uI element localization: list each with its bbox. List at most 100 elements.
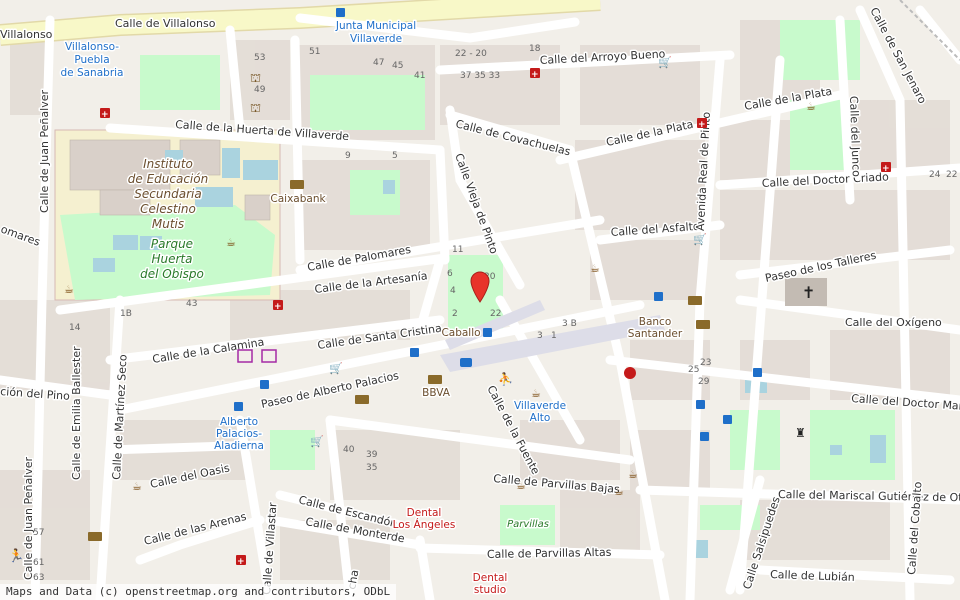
house-number: 14	[69, 323, 81, 333]
shop-icon: 🛒	[310, 435, 324, 448]
sports-icon: 🏃	[8, 548, 24, 564]
map-canvas: ✝ Calle de Villalonso Villalonso Calle d…	[0, 0, 960, 600]
bank-icon	[428, 375, 442, 384]
street-emilia-ballester: Calle de Emilia Ballester	[70, 346, 83, 480]
poi-instituto-1: Instituto	[143, 157, 193, 171]
cafe-icon: ☕	[628, 468, 638, 481]
bus-stop-icon	[696, 400, 705, 409]
house-number: 25	[688, 365, 699, 375]
bank-icon	[688, 296, 702, 305]
house-number: 1B	[120, 309, 132, 319]
svg-text:+: +	[531, 70, 539, 80]
house-number: 22	[946, 170, 957, 180]
poi-caixabank: Caixabank	[270, 193, 326, 205]
railway	[899, 0, 960, 61]
house-number: 43	[186, 299, 197, 309]
bus-stop-icon	[753, 368, 762, 377]
poi-villaverde-alto-2: Alto	[530, 412, 551, 424]
taxi-icon	[460, 358, 472, 367]
poi-dental-angeles-2: Los Ángeles	[393, 518, 456, 531]
svg-text:+: +	[237, 557, 245, 567]
house-number: 3 B	[562, 319, 577, 329]
church-icon: ✝	[802, 283, 815, 302]
house-number: 9	[345, 151, 351, 161]
poi-villalonso-1: Villalonso-	[65, 41, 119, 53]
bus-stop-icon	[260, 380, 269, 389]
street-villalonso: Calle de Villalonso	[115, 17, 216, 30]
house-number: 24	[929, 170, 941, 180]
poi-dental-studio-2: studio	[474, 584, 506, 596]
house-number: 53	[254, 53, 265, 63]
poi-santander-2: Santander	[628, 328, 683, 340]
street-villalonso-left: Villalonso	[0, 28, 53, 41]
street-villastar: Calle de Villastar	[260, 502, 279, 596]
house-number: 39	[366, 450, 378, 460]
shop-icon: 🛒	[693, 233, 707, 246]
poi-santander-1: Banco	[639, 316, 672, 328]
poi-dental-angeles-1: Dental	[407, 507, 442, 519]
poi-alberto-palacios-2: Palacios-	[216, 428, 262, 440]
poi-instituto-5: Mutis	[152, 217, 184, 231]
playground-icon: ⛹	[498, 371, 513, 386]
svg-text:+: +	[882, 164, 890, 174]
svg-text:+: +	[274, 302, 282, 312]
bank-icon	[696, 320, 710, 329]
poi-junta-1: Junta Municipal	[335, 20, 416, 32]
house-number: 18	[529, 44, 541, 54]
poi-instituto-2: de Educación	[128, 172, 208, 186]
poi-villalonso-3: de Sanabria	[61, 67, 124, 79]
shop-icon: 🛒	[658, 56, 672, 69]
bus-stop-icon	[700, 432, 709, 441]
cafe-icon: ☕	[590, 262, 600, 275]
poi-parque-2: Huerta	[151, 252, 192, 266]
poi-instituto-4: Celestino	[140, 202, 196, 216]
bank-icon	[355, 395, 369, 404]
house-number: 4	[450, 286, 456, 296]
poi-instituto-3: Secundaria	[134, 187, 201, 201]
monument-icon: ♜	[795, 426, 806, 440]
map-attribution[interactable]: Maps and Data (c) openstreetmap.org and …	[0, 584, 397, 600]
poi-alberto-palacios-1: Alberto	[220, 416, 258, 428]
poi-villalonso-2: Puebla	[74, 54, 109, 66]
house-number: 61	[33, 558, 44, 568]
street-tomares: omares	[0, 223, 42, 249]
cafe-icon: ☕	[132, 480, 142, 493]
market-icon	[261, 349, 277, 363]
house-number: 22 - 20	[455, 49, 487, 59]
house-number: 5	[392, 151, 398, 161]
house-number: 23	[700, 358, 711, 368]
house-number: 11	[452, 245, 463, 255]
town-hall-icon: ⛫	[250, 71, 261, 85]
cafe-icon: ☕	[614, 485, 624, 498]
svg-text:+: +	[698, 120, 706, 130]
bank-icon	[290, 180, 304, 189]
cafe-icon: ☕	[531, 387, 541, 400]
house-number: 49	[254, 85, 266, 95]
poi-bbva: BBVA	[422, 387, 451, 399]
poi-dental-studio-1: Dental	[473, 572, 508, 584]
house-number: 63	[33, 573, 44, 583]
map-view[interactable]: ✝ Calle de Villalonso Villalonso Calle d…	[0, 0, 960, 600]
street-juan-penalver: Calle de Juan Peñalver	[38, 90, 51, 214]
street-parvillas-altas: Calle de Parvillas Altas	[487, 546, 612, 561]
bus-stop-icon	[654, 292, 663, 301]
house-number: 40	[343, 445, 355, 455]
shop-icon: 🛒	[329, 362, 343, 375]
poi-parque-3: del Obispo	[140, 267, 204, 281]
house-number: 57	[33, 528, 44, 538]
cafe-icon: ☕	[806, 100, 816, 113]
bus-stop-icon	[234, 402, 243, 411]
house-number: 51	[309, 47, 320, 57]
cafe-icon: ☕	[64, 283, 74, 296]
house-number: 6	[447, 269, 453, 279]
house-number: 47	[373, 58, 384, 68]
cafe-icon: ☕	[516, 479, 526, 492]
cafe-icon: ☕	[226, 236, 236, 249]
street-oxigeno: Calle del Oxígeno	[845, 316, 942, 329]
poi-caballo: Caballo	[441, 327, 480, 339]
house-number: 1	[551, 331, 557, 341]
house-number: 2	[452, 309, 458, 319]
svg-text:+: +	[101, 110, 109, 120]
bus-stop-icon	[336, 8, 345, 17]
house-number: 29	[698, 377, 710, 387]
